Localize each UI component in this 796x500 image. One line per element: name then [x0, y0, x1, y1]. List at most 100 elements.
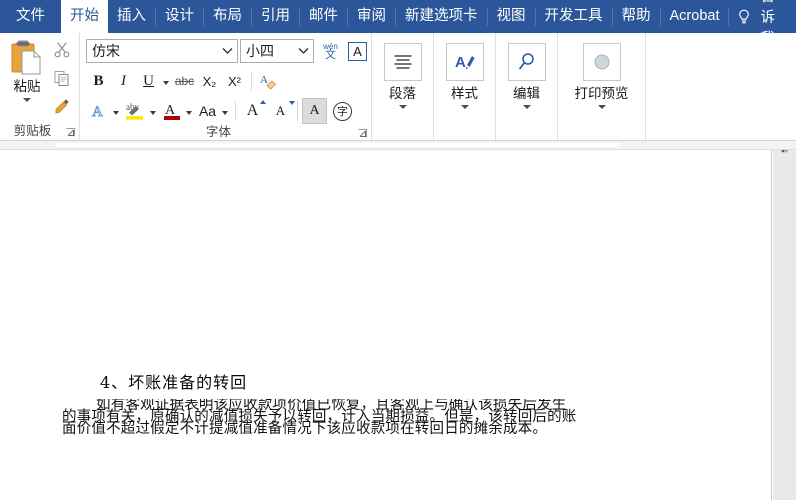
subscript-button[interactable]: X₂	[197, 68, 222, 94]
ribbon-group-paragraph: 段落	[372, 33, 434, 140]
paragraph-button[interactable]: 段落	[377, 37, 428, 109]
lightbulb-icon	[735, 6, 753, 28]
svg-text:A: A	[260, 74, 268, 86]
font-row-top: 仿宋 小四 wén 文 A	[86, 38, 370, 64]
underline-dropdown-caret-icon[interactable]	[163, 80, 169, 85]
paste-button[interactable]: 粘贴	[5, 36, 49, 102]
strikethrough-button[interactable]: abc	[172, 68, 197, 94]
shrink-font-label: A	[275, 103, 286, 118]
editing-group-label-row	[496, 123, 557, 140]
font-name-combobox[interactable]: 仿宋	[86, 39, 238, 63]
print-preview-icon	[582, 43, 621, 81]
tab-acrobat-label: Acrobat	[669, 8, 720, 25]
tab-view-label: 视图	[496, 8, 526, 25]
chevron-down-icon[interactable]	[295, 47, 311, 55]
tab-file[interactable]: 文件	[0, 0, 61, 33]
grow-font-button[interactable]: A	[240, 98, 266, 124]
ruler-page-span	[56, 143, 620, 147]
tab-new-tab[interactable]: 新建选项卡	[396, 0, 487, 33]
character-shading-icon: A	[309, 103, 320, 118]
print-preview-label: 打印预览	[574, 86, 629, 101]
print-preview-dropdown-caret-icon[interactable]	[597, 105, 606, 109]
styles-icon: A	[445, 43, 484, 81]
font-group-label-row: 字体	[80, 124, 371, 141]
clipboard-dialog-launcher-icon[interactable]	[65, 127, 76, 138]
tab-developer[interactable]: 开发工具	[536, 0, 612, 33]
font-color-button[interactable]: A	[159, 98, 184, 124]
document-paragraph: 如有客观证据表明该应收款项价值已恢复，且客观上与确认该损失后发生 的事项有关，原…	[62, 399, 642, 435]
tab-mailings[interactable]: 邮件	[300, 0, 347, 33]
underline-button[interactable]: U	[136, 68, 161, 94]
text-highlight-button[interactable]: aby	[122, 98, 148, 124]
print-preview-button[interactable]: 打印预览	[563, 37, 640, 109]
copy-button[interactable]	[50, 66, 74, 89]
font-size-value: 小四	[246, 43, 274, 59]
italic-button[interactable]: I	[111, 68, 136, 94]
chevron-down-icon[interactable]	[219, 47, 235, 55]
editing-button[interactable]: 编辑	[501, 37, 552, 109]
tab-home-label: 开始	[70, 8, 99, 25]
font-group-label: 字体	[205, 125, 231, 139]
bold-button[interactable]: B	[86, 68, 111, 94]
tab-bar-right-section: 告诉我 共享	[729, 0, 796, 47]
font-size-combobox[interactable]: 小四	[240, 39, 314, 63]
tab-insert[interactable]: 插入	[108, 0, 155, 33]
highlight-caret-icon[interactable]	[150, 110, 156, 115]
svg-text:A: A	[455, 54, 466, 71]
clear-formatting-icon: A	[260, 74, 276, 90]
format-painter-button[interactable]	[50, 94, 74, 117]
text-highlight-icon: aby	[126, 102, 143, 120]
text-effects-caret-icon[interactable]	[113, 110, 119, 115]
paragraph-align-icon	[383, 43, 422, 81]
text-effects-button[interactable]: A	[86, 98, 111, 124]
tab-acrobat[interactable]: Acrobat	[661, 0, 729, 33]
clipboard-group-label-row: 剪贴板	[0, 123, 79, 140]
tab-file-label: 文件	[16, 8, 45, 25]
tab-view[interactable]: 视图	[488, 0, 535, 33]
font-color-icon: A	[163, 103, 180, 120]
editing-dropdown-caret-icon[interactable]	[522, 105, 531, 109]
character-border-button[interactable]: A	[345, 38, 370, 64]
font-row-middle: B I U abc X₂ X² A	[86, 68, 281, 94]
tab-design-label: 设计	[165, 8, 194, 25]
tab-layout[interactable]: 布局	[204, 0, 251, 33]
cut-button[interactable]	[50, 38, 74, 61]
enclose-character-button[interactable]: 字	[330, 98, 355, 124]
ribbon-group-font: 仿宋 小四 wén 文 A B I U abc X₂ X² A A aby A …	[80, 33, 372, 140]
tab-home[interactable]: 开始	[61, 0, 108, 33]
font-dialog-launcher-icon[interactable]	[357, 128, 368, 139]
document-page[interactable]: 4、坏账准备的转回 如有客观证据表明该应收款项价值已恢复，且客观上与确认该损失后…	[0, 150, 772, 500]
find-search-icon	[507, 43, 546, 81]
tab-help[interactable]: 帮助	[613, 0, 660, 33]
change-case-caret-icon[interactable]	[222, 110, 228, 115]
font-color-caret-icon[interactable]	[186, 110, 192, 115]
shrink-font-arrow-icon	[289, 101, 295, 105]
resize-grip-icon[interactable]	[780, 150, 794, 154]
superscript-button[interactable]: X²	[222, 68, 247, 94]
styles-label: 样式	[451, 86, 478, 101]
page-outside-margin	[773, 150, 796, 500]
paragraph-group-label-row	[372, 123, 433, 140]
superscript-label: X²	[228, 73, 241, 89]
svg-text:A: A	[165, 103, 176, 118]
paragraph-dropdown-caret-icon[interactable]	[398, 105, 407, 109]
copy-icon	[54, 70, 69, 86]
font-divider	[251, 71, 252, 91]
document-heading: 4、坏账准备的转回	[100, 373, 248, 392]
horizontal-ruler[interactable]	[0, 141, 796, 150]
tab-review[interactable]: 审阅	[348, 0, 395, 33]
styles-button[interactable]: A 样式	[439, 37, 490, 109]
styles-group-body: A 样式	[434, 33, 495, 123]
document-area[interactable]: 4、坏账准备的转回 如有客观证据表明该应收款项价值已恢复，且客观上与确认该损失后…	[0, 150, 796, 500]
phonetic-guide-button[interactable]: wén 文	[318, 38, 343, 64]
clear-formatting-button[interactable]: A	[256, 68, 281, 94]
shrink-font-button[interactable]: A	[268, 98, 295, 124]
enclose-character-icon: 字	[333, 101, 352, 121]
styles-dropdown-caret-icon[interactable]	[460, 105, 469, 109]
change-case-button[interactable]: Aa	[195, 98, 220, 124]
character-shading-button[interactable]: A	[302, 98, 327, 124]
paste-dropdown-caret-icon[interactable]	[23, 98, 31, 102]
tab-references[interactable]: 引用	[252, 0, 299, 33]
tab-design[interactable]: 设计	[156, 0, 203, 33]
tab-help-label: 帮助	[621, 8, 651, 25]
